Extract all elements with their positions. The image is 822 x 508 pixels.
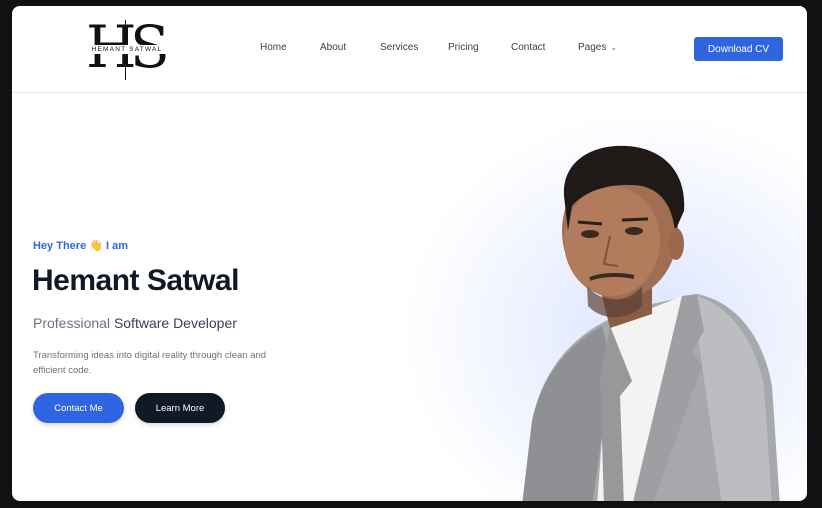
- nav-services[interactable]: Services: [380, 42, 418, 53]
- nav-pricing[interactable]: Pricing: [448, 42, 479, 53]
- hero-greeting: Hey There 👋 I am: [33, 240, 129, 252]
- nav-pages[interactable]: Pages ⌄: [578, 42, 617, 53]
- download-cv-button[interactable]: Download CV: [694, 37, 783, 61]
- app-window: H S HEMANT SATWAL Home About Services Pr…: [12, 6, 807, 501]
- contact-me-button[interactable]: Contact Me: [33, 393, 124, 423]
- learn-more-button[interactable]: Learn More: [135, 393, 225, 423]
- site-header: H S HEMANT SATWAL Home About Services Pr…: [12, 6, 807, 93]
- chevron-down-icon: ⌄: [610, 43, 618, 52]
- nav-about[interactable]: About: [320, 42, 346, 53]
- hero-name: Hemant Satwal: [32, 264, 239, 297]
- logo[interactable]: H S HEMANT SATWAL: [82, 14, 172, 82]
- nav-home[interactable]: Home: [260, 42, 287, 53]
- hero-role-prefix: Professional: [33, 315, 111, 331]
- hero-description: Transforming ideas into digital reality …: [33, 350, 267, 376]
- hero-role: Professional Software Developer: [33, 315, 237, 331]
- nav-contact[interactable]: Contact: [511, 42, 545, 53]
- nav-pages-label: Pages: [578, 42, 607, 53]
- profile-portrait: [522, 145, 780, 501]
- hero-role-title: Software Developer: [113, 315, 237, 331]
- logo-subtitle: HEMANT SATWAL: [82, 45, 172, 54]
